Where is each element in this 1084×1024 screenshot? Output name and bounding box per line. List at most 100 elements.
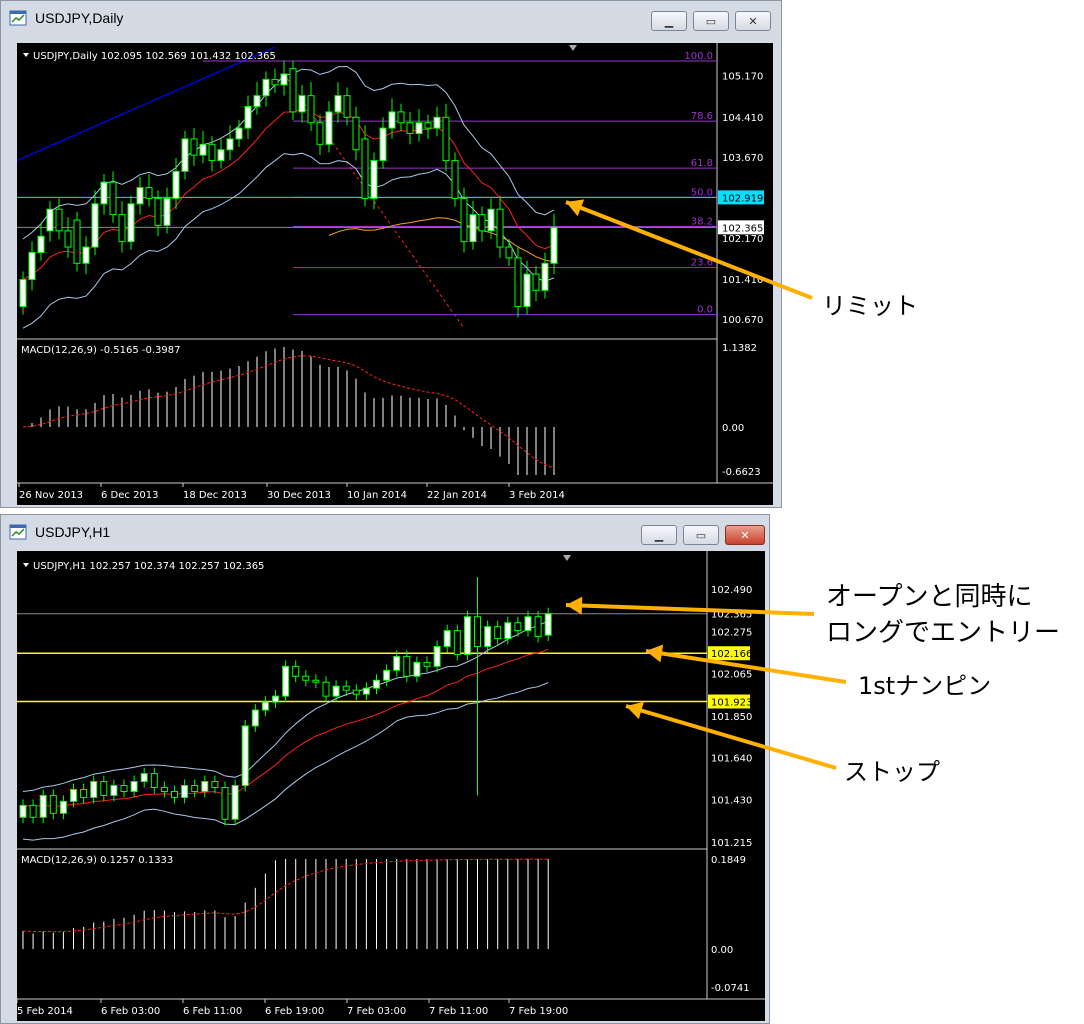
candle-body bbox=[524, 616, 532, 632]
chart-header: USDJPY,Daily 102.095 102.569 101.432 102… bbox=[33, 51, 276, 62]
macd-label: 1.1382 bbox=[722, 343, 757, 354]
date-label: 7 Feb 03:00 bbox=[347, 1006, 406, 1017]
price-label: 102.365 bbox=[722, 223, 763, 234]
date-label: 10 Jan 2014 bbox=[347, 490, 407, 501]
candle-body bbox=[241, 725, 249, 787]
titlebar-h1[interactable]: USDJPY,H1 ▁ ▭ ✕ bbox=[1, 515, 769, 551]
candle-body bbox=[64, 230, 72, 248]
candle-body bbox=[312, 679, 320, 683]
date-label: 6 Feb 03:00 bbox=[101, 1006, 160, 1017]
annotation-limit: リミット bbox=[822, 292, 918, 320]
candle-body bbox=[19, 804, 27, 818]
annotation-nanpin: 1stナンピン bbox=[858, 672, 992, 700]
candle-body bbox=[261, 701, 269, 711]
candle-body bbox=[253, 95, 261, 107]
candle-body bbox=[73, 219, 81, 264]
fib-label: 0.0 bbox=[697, 305, 713, 316]
fib-label: 50.0 bbox=[691, 187, 713, 198]
candle-body bbox=[271, 78, 279, 86]
candle-body bbox=[325, 111, 333, 145]
candle-body bbox=[433, 116, 441, 129]
date-label: 30 Dec 2013 bbox=[267, 490, 331, 501]
candle-body bbox=[46, 208, 54, 232]
candle-body bbox=[190, 138, 198, 156]
candle-body bbox=[172, 170, 180, 199]
candle-body bbox=[433, 645, 441, 667]
moving-average-orange bbox=[328, 217, 555, 263]
candle-body bbox=[262, 78, 270, 97]
price-label: 102.065 bbox=[711, 669, 752, 680]
macd-label: 0.00 bbox=[722, 423, 744, 434]
candle-body bbox=[332, 685, 340, 697]
candle-body bbox=[231, 785, 239, 820]
daily-chart-svg[interactable]: 100.0 78.6 61.8 50.0 38.2 23.6 0.0 USDJPY,Daily… bbox=[17, 43, 773, 505]
candle-body bbox=[140, 773, 148, 783]
minimize-button[interactable]: ▁ bbox=[651, 11, 687, 31]
candle-body bbox=[163, 197, 171, 226]
candle-body bbox=[379, 127, 387, 162]
candle-body bbox=[423, 661, 431, 667]
price-label: 102.490 bbox=[711, 585, 752, 596]
date-label: 22 Jan 2014 bbox=[427, 490, 487, 501]
annotation-open-entry-line2: ロングでエントリー bbox=[826, 618, 1061, 648]
candle-body bbox=[272, 695, 279, 703]
candle-body bbox=[100, 181, 108, 205]
candle-body bbox=[19, 279, 27, 308]
maximize-button[interactable]: ▭ bbox=[693, 11, 729, 31]
minimize-button[interactable]: ▁ bbox=[641, 525, 677, 545]
candle-body bbox=[415, 122, 423, 135]
window-title: USDJPY,Daily bbox=[35, 10, 124, 26]
candle-body bbox=[199, 143, 207, 156]
candle-body bbox=[442, 116, 450, 162]
date-label: 6 Feb 11:00 bbox=[183, 1006, 242, 1017]
fib-label: 38.2 bbox=[691, 217, 713, 228]
h1-chart-svg[interactable]: USDJPY,H1 102.257 102.374 102.257 102.36… bbox=[17, 551, 765, 1021]
candle-body bbox=[55, 208, 63, 232]
fib-label: 100.0 bbox=[684, 51, 713, 62]
chart-area-h1[interactable]: USDJPY,H1 102.257 102.374 102.257 102.36… bbox=[17, 551, 765, 1021]
candle-body bbox=[453, 630, 461, 655]
candle-body bbox=[413, 661, 421, 677]
candle-body bbox=[342, 685, 350, 691]
candle-body bbox=[110, 785, 118, 796]
titlebar-daily[interactable]: USDJPY,Daily ▁ ▭ ✕ bbox=[1, 1, 781, 37]
candle-body bbox=[145, 187, 153, 199]
window-h1: USDJPY,H1 ▁ ▭ ✕ USDJPY,H1 102.257 102.37… bbox=[0, 514, 770, 1024]
candle-body bbox=[292, 665, 300, 677]
date-label: 6 Feb 19:00 bbox=[265, 1006, 324, 1017]
chart-area-daily[interactable]: 100.0 78.6 61.8 50.0 38.2 23.6 0.0 USDJPY,Daily… bbox=[17, 43, 773, 505]
candle-body bbox=[474, 616, 481, 647]
price-label: 102.365 bbox=[711, 610, 752, 621]
candle-body bbox=[383, 669, 391, 681]
candle-body bbox=[370, 160, 378, 199]
annotation-stop: ストップ bbox=[844, 758, 940, 786]
candle-body bbox=[484, 626, 492, 647]
candle-body bbox=[352, 116, 360, 151]
candle-body bbox=[29, 804, 37, 818]
candle-body bbox=[282, 665, 290, 697]
candle-body bbox=[181, 785, 189, 798]
maximize-button[interactable]: ▭ bbox=[683, 525, 719, 545]
candle-body bbox=[127, 203, 135, 243]
date-label: 7 Feb 19:00 bbox=[509, 1006, 568, 1017]
candle-body bbox=[424, 122, 432, 129]
candle-body bbox=[28, 251, 36, 281]
close-button[interactable]: ✕ bbox=[725, 525, 765, 545]
candle-body bbox=[451, 160, 459, 199]
chart-window-icon bbox=[9, 10, 27, 26]
candle-body bbox=[221, 787, 229, 820]
price-label: 102.170 bbox=[722, 234, 763, 245]
date-label: 6 Dec 2013 bbox=[101, 490, 159, 501]
close-button[interactable]: ✕ bbox=[735, 11, 771, 31]
candle-body bbox=[37, 235, 45, 253]
candle-body bbox=[388, 111, 396, 129]
candle-body bbox=[91, 203, 99, 248]
candle-body bbox=[39, 794, 47, 818]
dropdown-triangle-icon bbox=[23, 563, 29, 567]
price-label: 102.166 bbox=[711, 649, 752, 660]
candle-body bbox=[80, 788, 88, 798]
trendline-blue bbox=[17, 46, 276, 162]
candle-body bbox=[505, 246, 513, 259]
candle-body bbox=[59, 800, 67, 814]
date-label: 26 Nov 2013 bbox=[19, 490, 83, 501]
